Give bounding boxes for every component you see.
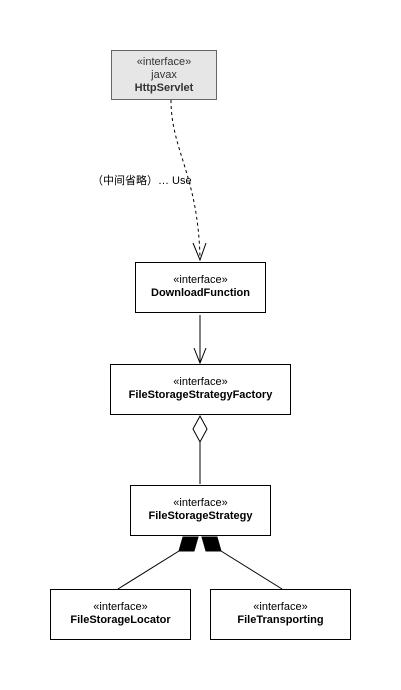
aggregation-diamond-icon [192,414,208,444]
composition-diamond-icon-right [201,536,222,552]
package-label: javax [151,69,177,81]
node-filestoragestrategyfactory[interactable]: «interface» FileStorageStrategyFactory [110,364,291,415]
node-downloadfunction[interactable]: «interface» DownloadFunction [135,262,266,313]
composition-diamond-icon-left [178,536,199,552]
dependency-arrowhead [192,242,207,262]
use-edge-label: （中间省略）… Use [92,175,192,187]
stereotype-label: «interface» [253,601,308,613]
stereotype-label: «interface» [136,56,192,68]
diagram-connectors [117,99,283,590]
node-filestoragelocator[interactable]: «interface» FileStorageLocator [50,589,191,640]
stereotype-label: «interface» [93,601,148,613]
class-name: FileTransporting [237,614,324,626]
class-name: HttpServlet [134,82,194,94]
class-name: FileStorageStrategyFactory [128,389,273,401]
node-filetransporting[interactable]: «interface» FileTransporting [210,589,351,640]
stereotype-label: «interface» [173,376,228,388]
class-name: DownloadFunction [151,287,250,299]
class-name: FileStorageLocator [70,614,171,626]
composition-edge-strategy-locator[interactable] [117,545,188,590]
node-filestoragestrategy[interactable]: «interface» FileStorageStrategy [130,485,271,536]
node-httpservlet[interactable]: «interface» javax HttpServlet [111,50,217,100]
composition-edge-strategy-transporting[interactable] [212,545,283,590]
stereotype-label: «interface» [173,497,228,509]
stereotype-label: «interface» [173,274,228,286]
class-name: FileStorageStrategy [148,510,253,522]
